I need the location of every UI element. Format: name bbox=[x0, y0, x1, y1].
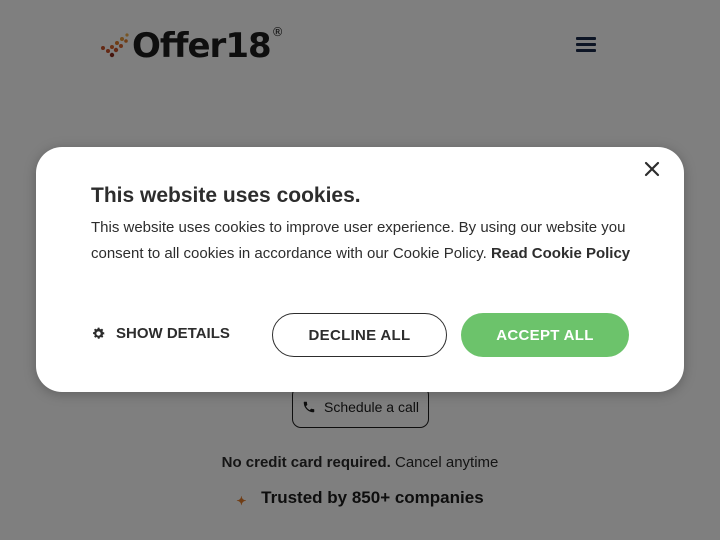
close-icon[interactable] bbox=[642, 159, 662, 179]
gear-icon bbox=[93, 327, 105, 339]
decline-all-button[interactable]: DECLINE ALL bbox=[272, 313, 447, 357]
cookie-title: This website uses cookies. bbox=[91, 184, 361, 207]
show-details-label: SHOW DETAILS bbox=[116, 325, 230, 342]
read-cookie-policy-link[interactable]: Read Cookie Policy bbox=[491, 245, 630, 262]
accept-all-button[interactable]: ACCEPT ALL bbox=[461, 313, 629, 357]
cookie-consent-dialog: This website uses cookies. This website … bbox=[36, 147, 684, 392]
show-details-button[interactable]: SHOW DETAILS bbox=[91, 325, 230, 342]
cookie-body: This website uses cookies to improve use… bbox=[91, 215, 636, 266]
